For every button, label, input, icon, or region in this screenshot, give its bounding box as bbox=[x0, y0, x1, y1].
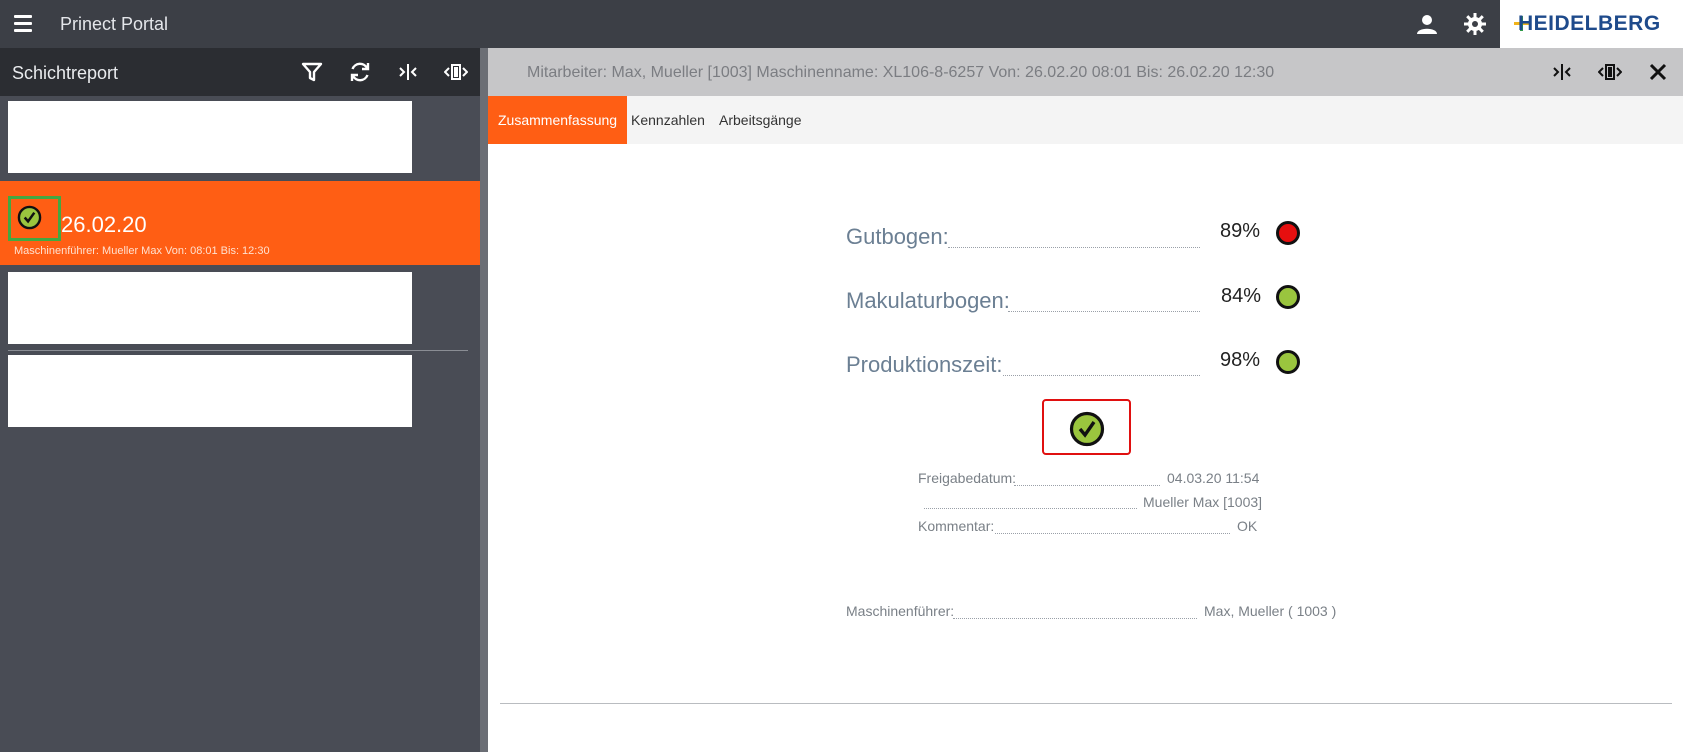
leader-dots bbox=[953, 618, 1197, 619]
list-divider bbox=[8, 350, 468, 351]
approval-date-value: 04.03.20 11:54 bbox=[1167, 470, 1260, 486]
top-bar: Prinect Portal HEIDELBERG bbox=[0, 0, 1683, 48]
operator-value: Max, Mueller ( 1003 ) bbox=[1204, 603, 1337, 619]
leader-dots bbox=[1008, 311, 1200, 312]
kpi-value-makulaturbogen: 84% bbox=[1221, 285, 1262, 307]
user-icon[interactable] bbox=[1415, 12, 1439, 36]
approver-value: Mueller Max [1003] bbox=[1143, 494, 1263, 510]
leader-dots bbox=[924, 508, 1137, 509]
status-frame bbox=[8, 196, 61, 241]
approval-status[interactable] bbox=[1042, 399, 1131, 455]
leader-dots bbox=[995, 533, 1230, 534]
expand-icon[interactable] bbox=[444, 60, 468, 84]
kpi-value-gutbogen: 89% bbox=[1220, 220, 1261, 242]
tab-zusammenfassung[interactable]: Zusammenfassung bbox=[488, 96, 628, 144]
panel-splitter[interactable] bbox=[480, 48, 488, 752]
approval-date-label: Freigabedatum: bbox=[918, 470, 1017, 486]
tab-bar: Zusammenfassung Kennzahlen Arbeitsgänge bbox=[488, 96, 1683, 144]
collapse-icon[interactable] bbox=[1550, 60, 1574, 84]
kpi-label-makulaturbogen: Makulaturbogen: bbox=[846, 288, 1010, 313]
selected-date: 26.02.20 bbox=[61, 212, 147, 237]
list-item[interactable] bbox=[8, 272, 412, 344]
tab-kennzahlen[interactable]: Kennzahlen bbox=[631, 96, 705, 144]
left-panel-title: Schichtreport bbox=[12, 63, 119, 83]
gear-icon[interactable] bbox=[1463, 12, 1487, 36]
leader-dots bbox=[1003, 375, 1200, 376]
close-icon[interactable] bbox=[1646, 60, 1670, 84]
kpi-label-gutbogen: Gutbogen: bbox=[846, 224, 949, 249]
leader-dots bbox=[1014, 485, 1160, 486]
comment-value: OK bbox=[1237, 518, 1258, 534]
operator-label: Maschinenführer: bbox=[846, 603, 955, 619]
collapse-icon[interactable] bbox=[396, 60, 420, 84]
status-green-icon bbox=[1276, 285, 1300, 309]
heidelberg-logo: HEIDELBERG bbox=[1500, 0, 1683, 48]
status-green-icon bbox=[1276, 350, 1300, 374]
list-item[interactable] bbox=[8, 355, 412, 427]
list-item[interactable] bbox=[8, 101, 412, 173]
kpi-label-produktionszeit: Produktionszeit: bbox=[846, 352, 1003, 377]
comment-label: Kommentar: bbox=[918, 518, 995, 534]
detail-header-text: Mitarbeiter: Max, Mueller [1003] Maschin… bbox=[527, 64, 1275, 81]
left-header: Schichtreport bbox=[0, 48, 480, 96]
detail-header: Mitarbeiter: Max, Mueller [1003] Maschin… bbox=[488, 48, 1683, 96]
app-title: Prinect Portal bbox=[60, 14, 169, 34]
selected-subtitle: Maschinenführer: Mueller Max Von: 08:01 … bbox=[14, 245, 270, 257]
check-circle-icon bbox=[17, 205, 42, 230]
check-circle-icon bbox=[1069, 411, 1105, 447]
kpi-value-produktionszeit: 98% bbox=[1220, 349, 1261, 371]
status-red-icon bbox=[1276, 221, 1300, 245]
expand-icon[interactable] bbox=[1598, 60, 1622, 84]
filter-icon[interactable] bbox=[300, 60, 324, 84]
tab-arbeitsgaenge[interactable]: Arbeitsgänge bbox=[719, 96, 802, 144]
section-divider bbox=[500, 703, 1672, 704]
logo-text: HEIDELBERG bbox=[1518, 12, 1661, 35]
refresh-icon[interactable] bbox=[348, 60, 372, 84]
left-panel: Schichtreport 26.02.20 Maschinenführer: … bbox=[0, 48, 480, 752]
hamburger-icon[interactable] bbox=[14, 15, 34, 32]
leader-dots bbox=[948, 247, 1200, 248]
list-item-selected[interactable]: 26.02.20 Maschinenführer: Mueller Max Vo… bbox=[0, 181, 480, 265]
